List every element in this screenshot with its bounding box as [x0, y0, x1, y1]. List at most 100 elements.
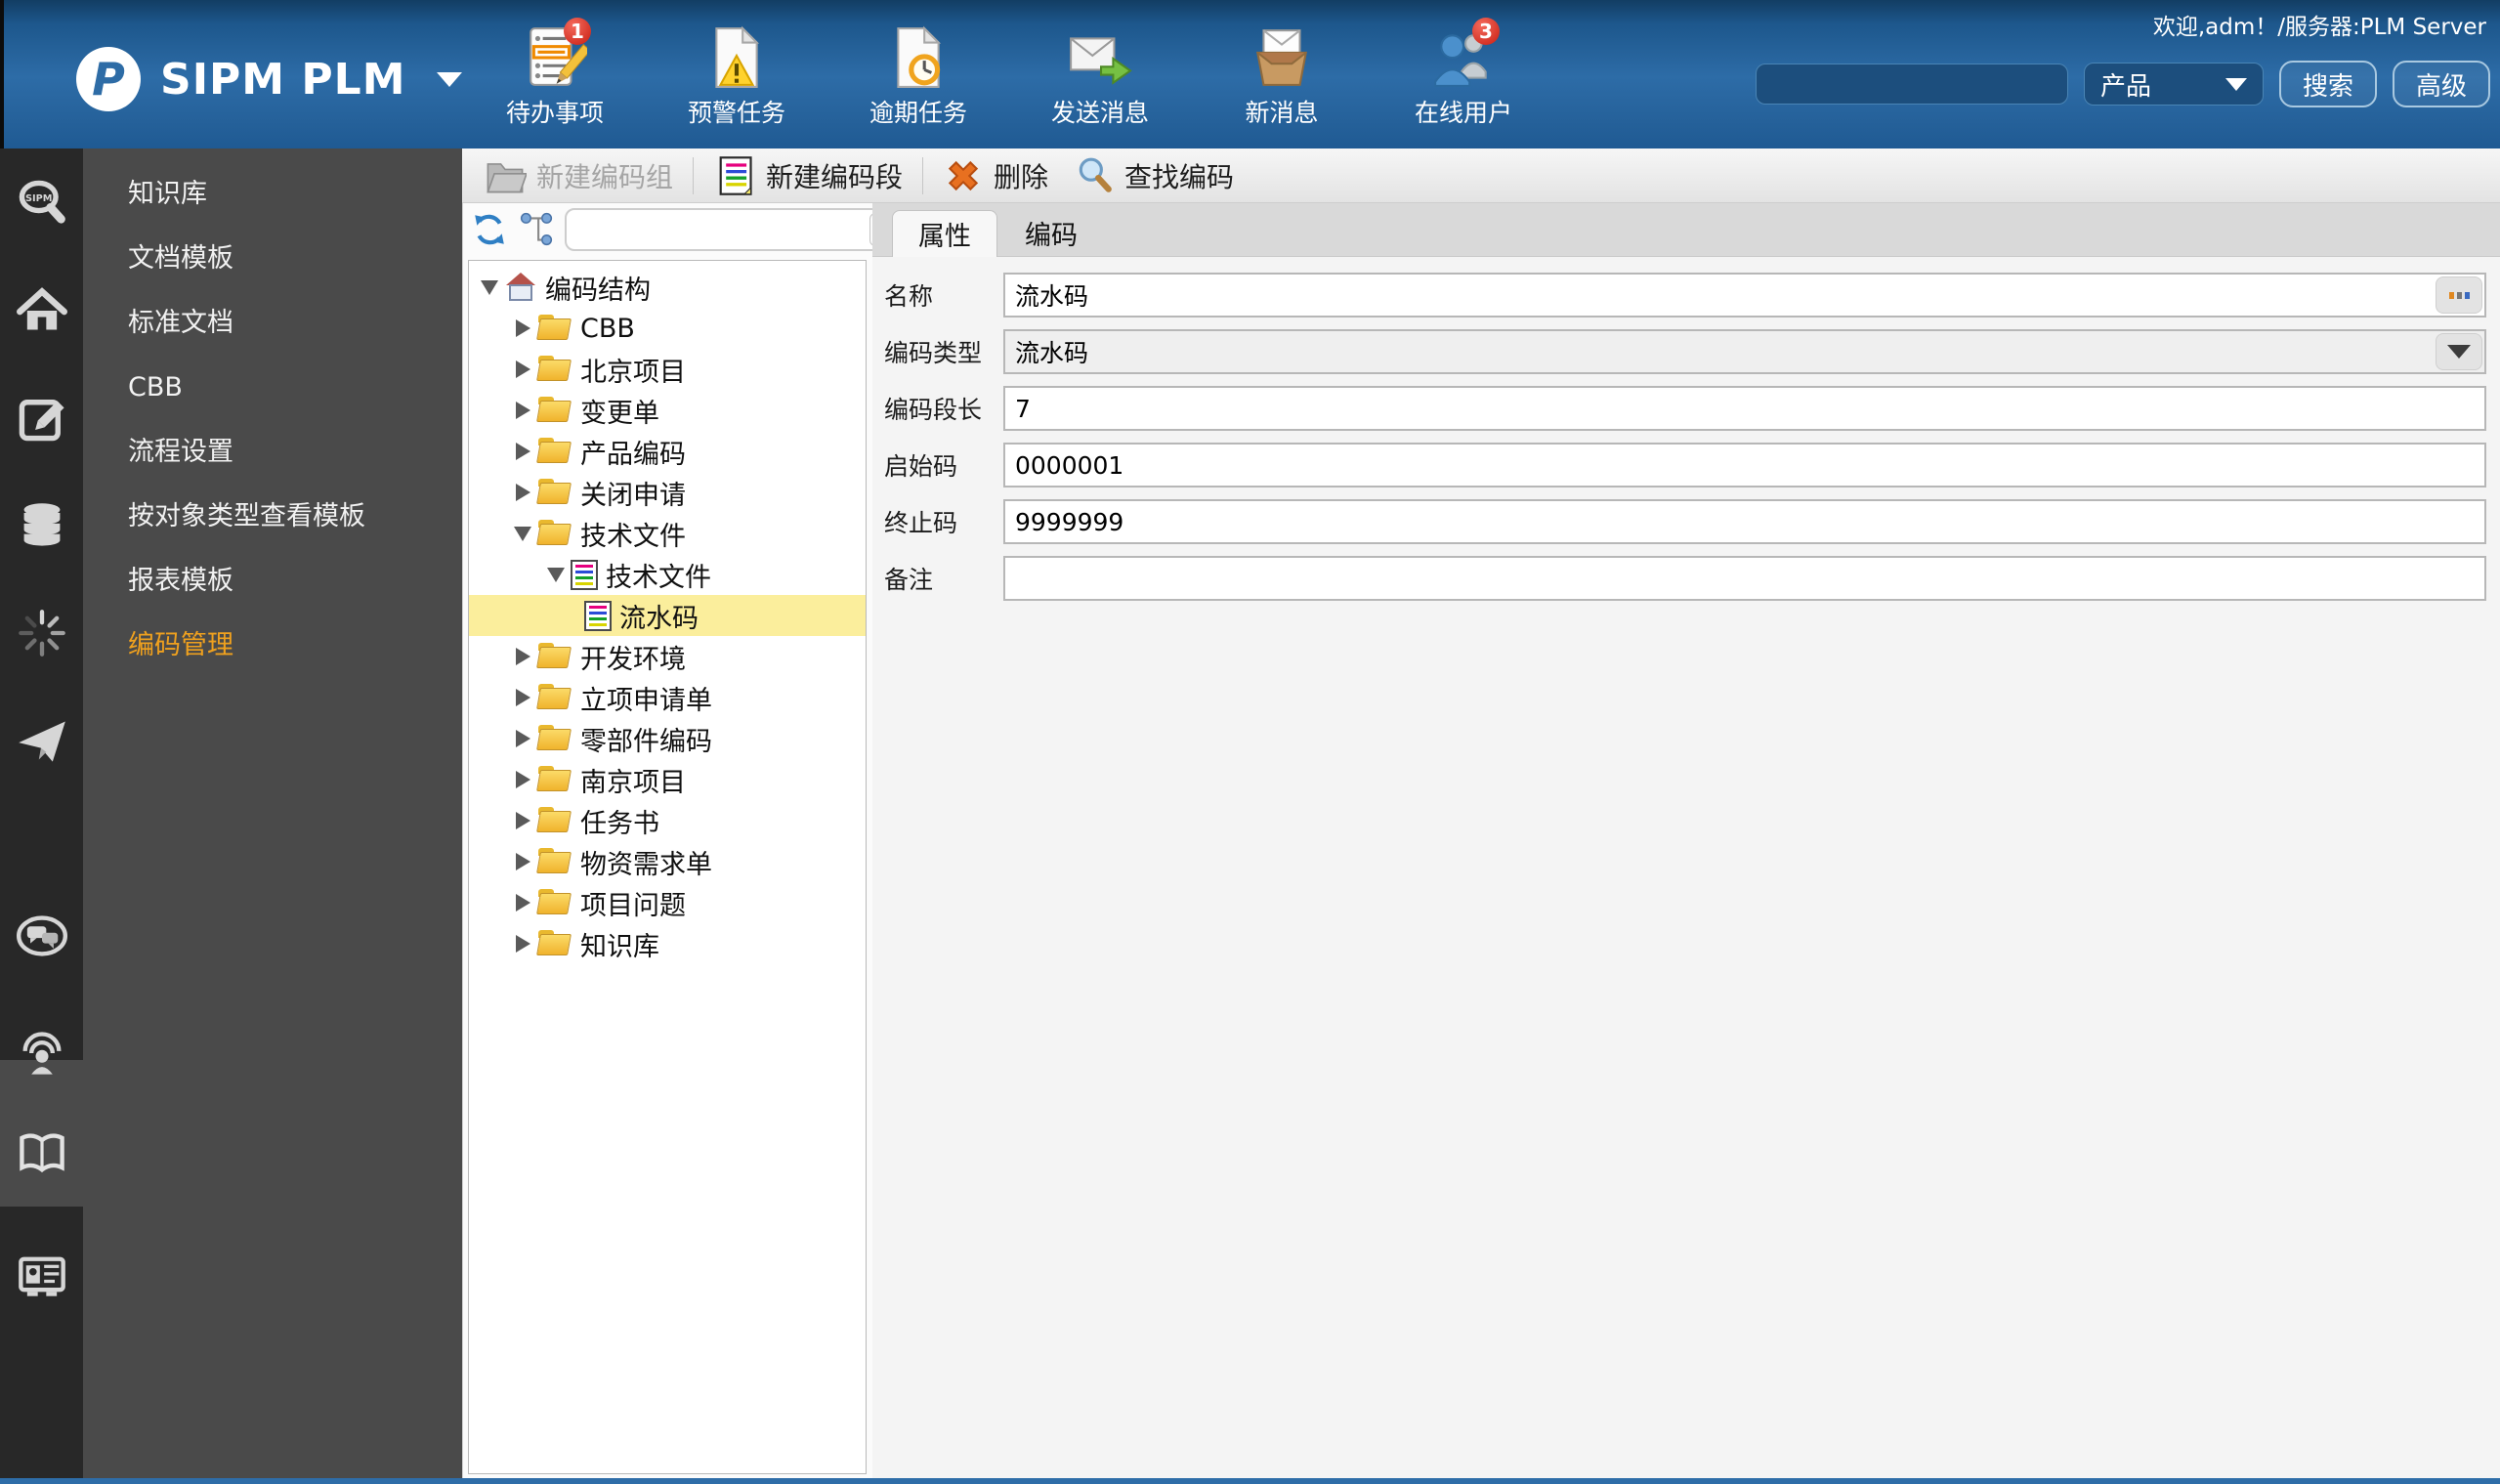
tree-item[interactable]: 技术文件 [469, 513, 866, 554]
search-category-select[interactable]: 产品 [2083, 63, 2264, 106]
send-message-button[interactable]: 发送消息 [1038, 25, 1163, 129]
tree-item-selected[interactable]: 流水码 [469, 595, 866, 636]
tree-item[interactable]: 变更单 [469, 390, 866, 431]
home-icon[interactable] [15, 283, 69, 338]
tree-item-root[interactable]: 编码结构 [469, 267, 866, 308]
segment-length-field[interactable] [1003, 386, 2486, 431]
overdue-tasks-button[interactable]: 逾期任务 [856, 25, 981, 129]
loading-spinner-icon[interactable] [15, 606, 69, 660]
advanced-search-button[interactable]: 高级 [2392, 61, 2490, 107]
menu-item-document-templates[interactable]: 文档模板 [83, 227, 462, 291]
database-icon[interactable] [15, 498, 69, 553]
new-code-segment-button[interactable]: 新建编码段 [707, 154, 909, 197]
warning-tasks-button[interactable]: 预警任务 [674, 25, 799, 129]
remarks-field[interactable] [1003, 556, 2486, 601]
folder-icon [537, 397, 572, 424]
tree-item[interactable]: 南京项目 [469, 759, 866, 800]
edit-icon[interactable] [15, 391, 69, 445]
tree-filter-input[interactable] [572, 215, 865, 244]
send-plane-icon[interactable] [15, 713, 69, 768]
tree-item[interactable]: 零部件编码 [469, 718, 866, 759]
menu-item-report-templates[interactable]: 报表模板 [83, 549, 462, 614]
code-type-dropdown-button[interactable] [2436, 333, 2482, 370]
sipm-search-icon[interactable]: SIPM [15, 176, 69, 231]
id-card-icon[interactable] [15, 1248, 69, 1302]
toolbar-separator [693, 156, 695, 194]
start-code-field[interactable] [1003, 443, 2486, 488]
expander-collapsed-icon[interactable] [508, 724, 537, 753]
code-segment-icon [571, 559, 598, 590]
name-field[interactable] [1003, 273, 2486, 318]
menu-item-cbb[interactable]: CBB [83, 356, 462, 420]
tree-item[interactable]: 知识库 [469, 923, 866, 964]
app-logo[interactable]: P SIPM PLM [76, 47, 463, 111]
menu-item-knowledge-base[interactable]: 知识库 [83, 162, 462, 227]
tree-item[interactable]: 立项申请单 [469, 677, 866, 718]
todo-badge: 1 [564, 18, 591, 45]
name-picker-button[interactable] [2436, 276, 2482, 314]
end-code-field[interactable] [1003, 499, 2486, 544]
expander-collapsed-icon[interactable] [508, 888, 537, 917]
warning-task-icon [704, 25, 769, 90]
code-type-select[interactable]: 流水码 [1003, 329, 2486, 374]
tree-item[interactable]: 关闭申请 [469, 472, 866, 513]
sipm-plm-window: P SIPM PLM 1 待办事项 预警任务 逾期任务 发送消息 新消息 3 在… [0, 0, 2500, 1484]
tab-codes[interactable]: 编码 [999, 210, 1103, 256]
expander-collapsed-icon[interactable] [508, 929, 537, 958]
form-row-segment-length: 编码段长 [884, 386, 2486, 431]
menu-item-standard-documents[interactable]: 标准文档 [83, 291, 462, 356]
code-tree-panel: 编码结构 CBB 北京项目 变更单 产品编码 关闭申请 技术文件 技术文件 流水… [462, 203, 955, 1478]
expander-expanded-icon[interactable] [508, 519, 537, 548]
expander-collapsed-icon[interactable] [508, 683, 537, 712]
folder-icon [537, 356, 572, 383]
folder-icon [537, 479, 572, 506]
broadcast-icon[interactable] [15, 1026, 69, 1081]
chevron-down-icon[interactable] [437, 71, 463, 87]
delete-x-icon [948, 160, 979, 191]
expander-collapsed-icon[interactable] [508, 847, 537, 876]
expander-collapsed-icon[interactable] [508, 642, 537, 671]
delete-button[interactable]: 删除 [937, 155, 1054, 196]
tab-properties[interactable]: 属性 [892, 210, 997, 257]
bottom-edge-bar [0, 1478, 2500, 1484]
global-search-input[interactable] [1755, 64, 2068, 105]
menu-item-view-templates-by-object-type[interactable]: 按对象类型查看模板 [83, 485, 462, 549]
search-magnifier-icon [1079, 157, 1112, 192]
tree-hierarchy-icon[interactable] [518, 211, 555, 248]
expander-collapsed-icon[interactable] [508, 314, 537, 343]
left-menu-panel: 知识库 文档模板 标准文档 CBB 流程设置 按对象类型查看模板 报表模板 编码… [83, 148, 462, 1478]
menu-item-process-settings[interactable]: 流程设置 [83, 420, 462, 485]
form-row-code-type: 编码类型 流水码 [884, 329, 2486, 374]
expander-collapsed-icon[interactable] [508, 478, 537, 507]
tree-item[interactable]: 任务书 [469, 800, 866, 841]
form-row-name: 名称 [884, 273, 2486, 318]
menu-item-code-management[interactable]: 编码管理 [83, 614, 462, 678]
todo-items-button[interactable]: 1 待办事项 [492, 18, 617, 129]
refresh-icon[interactable] [471, 211, 508, 248]
detail-panel: 属性 编码 名称 编码类型 流水码 [872, 203, 2500, 1478]
tree-item[interactable]: 北京项目 [469, 349, 866, 390]
app-title: SIPM PLM [160, 54, 406, 105]
online-users-button[interactable]: 3 在线用户 [1401, 18, 1526, 129]
folder-icon [537, 684, 572, 711]
tree-item[interactable]: 产品编码 [469, 431, 866, 472]
expander-collapsed-icon[interactable] [508, 437, 537, 466]
expander-expanded-icon[interactable] [541, 560, 571, 589]
tree-item[interactable]: 项目问题 [469, 882, 866, 923]
tree-item[interactable]: 物资需求单 [469, 841, 866, 882]
find-code-button[interactable]: 查找编码 [1068, 155, 1240, 196]
chat-icon[interactable] [15, 909, 69, 963]
expander-collapsed-icon[interactable] [508, 396, 537, 425]
tree-item[interactable]: CBB [469, 308, 866, 349]
new-messages-button[interactable]: 新消息 [1219, 25, 1344, 129]
tree-item[interactable]: 技术文件 [469, 554, 866, 595]
tree-item[interactable]: 开发环境 [469, 636, 866, 677]
online-users-icon: 3 [1431, 18, 1500, 90]
expander-collapsed-icon[interactable] [508, 765, 537, 794]
new-code-group-button[interactable]: 新建编码组 [478, 154, 679, 197]
expander-expanded-icon[interactable] [475, 273, 504, 302]
book-icon[interactable] [15, 1125, 69, 1180]
expander-collapsed-icon[interactable] [508, 355, 537, 384]
expander-collapsed-icon[interactable] [508, 806, 537, 835]
search-button[interactable]: 搜索 [2278, 61, 2377, 107]
